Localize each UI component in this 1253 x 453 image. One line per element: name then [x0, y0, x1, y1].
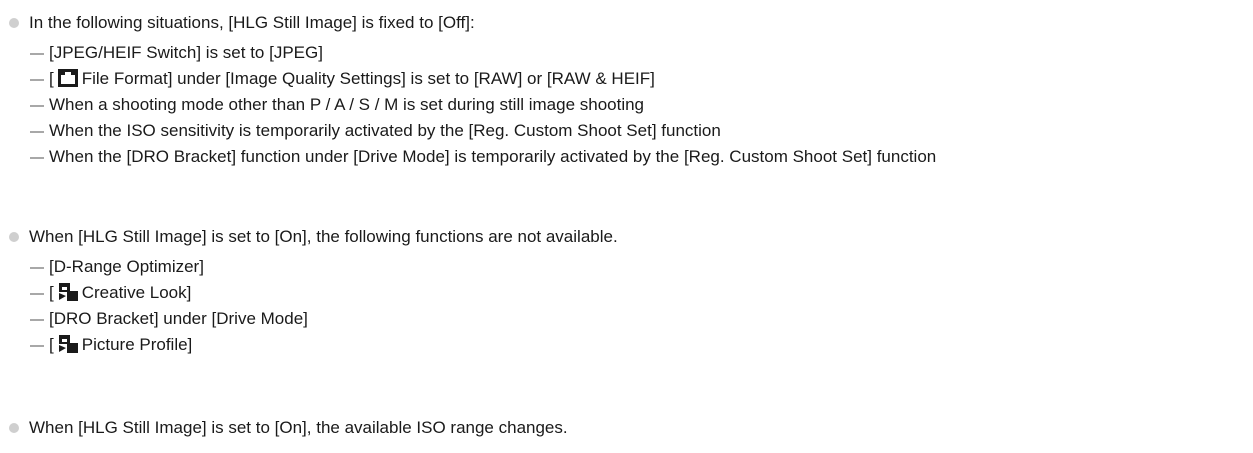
list-item: [ File Format] under [Image Quality Setti… [0, 66, 1253, 92]
note-text: In the following situations, [HLG Still … [29, 13, 475, 32]
bullet-dot-icon [9, 423, 19, 433]
list-item-text: [DRO Bracket] under [Drive Mode] [49, 309, 308, 328]
bracket-prefix: [ [49, 69, 54, 88]
list-item-label: File Format] under [Image Quality Settin… [81, 69, 655, 88]
bullet-dot-icon [9, 232, 19, 242]
dash-icon [30, 157, 44, 159]
note-iso-range: When [HLG Still Image] is set to [On], t… [0, 413, 1253, 443]
list-item-text: [ Picture Profile] [49, 334, 192, 356]
dash-icon [30, 79, 44, 81]
bracket-prefix: [ [49, 283, 54, 302]
list-item-text: When the ISO sensitivity is temporarily … [49, 121, 721, 140]
dash-icon [30, 267, 44, 269]
note-fixed-off: In the following situations, [HLG Still … [0, 8, 1253, 170]
still-movie-icon [58, 283, 78, 301]
note-bullet-row: When [HLG Still Image] is set to [On], t… [0, 222, 1253, 252]
list-item: When the ISO sensitivity is temporarily … [0, 118, 1253, 144]
list-item-label: Creative Look] [81, 283, 192, 302]
note-bullet-row: When [HLG Still Image] is set to [On], t… [0, 413, 1253, 443]
note-text: When [HLG Still Image] is set to [On], t… [29, 227, 618, 246]
list-item: When a shooting mode other than P / A / … [0, 92, 1253, 118]
dash-icon [30, 105, 44, 107]
list-item-text: [ Creative Look] [49, 282, 191, 304]
list-item: [DRO Bracket] under [Drive Mode] [0, 306, 1253, 332]
list-item: [ Creative Look] [0, 280, 1253, 306]
dash-icon [30, 131, 44, 133]
list-item-text: [JPEG/HEIF Switch] is set to [JPEG] [49, 43, 323, 62]
list-item: [D-Range Optimizer] [0, 254, 1253, 280]
note-not-available: When [HLG Still Image] is set to [On], t… [0, 222, 1253, 358]
list-item: [JPEG/HEIF Switch] is set to [JPEG] [0, 40, 1253, 66]
list-item-label: Picture Profile] [81, 335, 193, 354]
list-item-text: [ File Format] under [Image Quality Setti… [49, 68, 655, 90]
dash-icon [30, 345, 44, 347]
list-item: [ Picture Profile] [0, 332, 1253, 358]
list-item-text: [D-Range Optimizer] [49, 257, 204, 276]
bracket-prefix: [ [49, 335, 54, 354]
list-item-text: When the [DRO Bracket] function under [D… [49, 147, 937, 166]
bullet-dot-icon [9, 18, 19, 28]
camera-still-icon [57, 69, 78, 87]
dash-icon [30, 53, 44, 55]
dash-icon [30, 319, 44, 321]
note-bullet-row: In the following situations, [HLG Still … [0, 8, 1253, 38]
still-movie-icon [58, 335, 78, 353]
dash-icon [30, 293, 44, 295]
list-item: When the [DRO Bracket] function under [D… [0, 144, 1253, 170]
list-item-text: When a shooting mode other than P / A / … [49, 95, 645, 114]
note-text: When [HLG Still Image] is set to [On], t… [29, 418, 568, 437]
